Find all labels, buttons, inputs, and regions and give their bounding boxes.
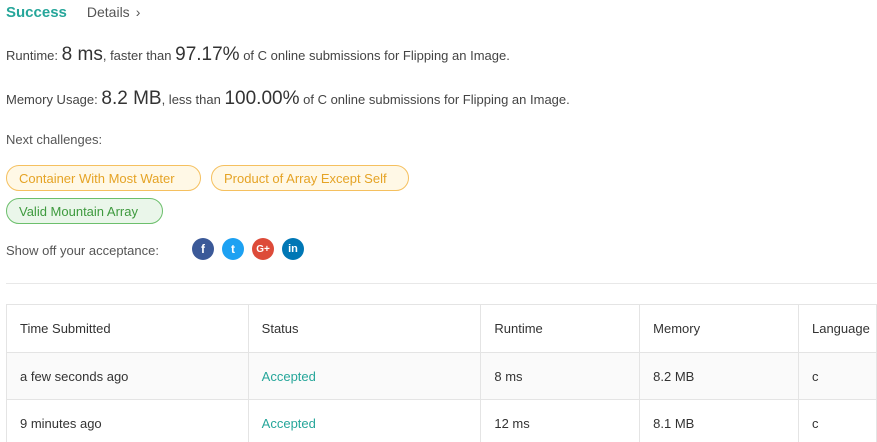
cell-language: c xyxy=(797,352,877,400)
runtime-label: Runtime: xyxy=(6,48,59,63)
memory-label: Memory Usage: xyxy=(6,92,98,107)
runtime-stat: Runtime: 8 ms, faster than 97.17% of C o… xyxy=(6,44,510,66)
cell-memory: 8.2 MB xyxy=(639,352,799,400)
submission-result-page: Success Details › Runtime: 8 ms, faster t… xyxy=(0,0,877,442)
status-label: Success xyxy=(6,3,67,21)
challenge-chip-product-of-array-except-self[interactable]: Product of Array Except Self xyxy=(211,165,409,191)
runtime-mid: , faster than xyxy=(102,48,172,63)
memory-suffix: of C online submissions for Flipping an … xyxy=(303,92,570,107)
cell-time: a few seconds ago xyxy=(6,352,249,400)
runtime-percent: 97.17% xyxy=(175,44,240,65)
details-link[interactable]: Details › xyxy=(87,4,140,20)
runtime-value: 8 ms xyxy=(61,44,103,65)
share-label: Show off your acceptance: xyxy=(6,243,159,258)
divider xyxy=(6,283,877,284)
cell-status-link[interactable]: Accepted xyxy=(247,352,482,400)
details-label: Details xyxy=(86,4,130,20)
cell-runtime: 8 ms xyxy=(480,352,641,400)
column-header-time-submitted[interactable]: Time Submitted xyxy=(6,304,249,353)
runtime-suffix: of C online submissions for Flipping an … xyxy=(243,48,510,63)
table-row: 9 minutes ago Accepted 12 ms 8.1 MB c xyxy=(6,399,877,442)
table-header-row: Time Submitted Status Runtime Memory Lan… xyxy=(6,304,877,353)
twitter-icon[interactable]: t xyxy=(222,238,244,260)
submissions-table: Time Submitted Status Runtime Memory Lan… xyxy=(6,304,877,442)
result-header: Success Details › xyxy=(6,2,140,22)
column-header-memory[interactable]: Memory xyxy=(639,304,799,353)
cell-language: c xyxy=(797,399,877,442)
column-header-runtime[interactable]: Runtime xyxy=(480,304,641,353)
google-plus-icon[interactable]: G+ xyxy=(252,238,274,260)
column-header-language[interactable]: Language xyxy=(797,304,877,353)
challenge-chip-valid-mountain-array[interactable]: Valid Mountain Array xyxy=(6,198,163,224)
challenge-chip-container-with-most-water[interactable]: Container With Most Water xyxy=(6,165,201,191)
column-header-status[interactable]: Status xyxy=(247,304,482,353)
facebook-icon[interactable]: f xyxy=(192,238,214,260)
next-challenges-label: Next challenges: xyxy=(6,132,103,147)
memory-percent: 100.00% xyxy=(224,88,300,109)
memory-mid: , less than xyxy=(161,92,221,107)
memory-value: 8.2 MB xyxy=(101,88,162,109)
cell-status-link[interactable]: Accepted xyxy=(247,399,482,442)
cell-runtime: 12 ms xyxy=(480,399,641,442)
memory-stat: Memory Usage: 8.2 MB, less than 100.00% … xyxy=(6,88,570,110)
table-row: a few seconds ago Accepted 8 ms 8.2 MB c xyxy=(6,352,877,400)
chevron-right-icon: › xyxy=(135,4,141,20)
linkedin-icon[interactable]: in xyxy=(282,238,304,260)
cell-memory: 8.1 MB xyxy=(639,399,799,442)
cell-time: 9 minutes ago xyxy=(6,399,249,442)
